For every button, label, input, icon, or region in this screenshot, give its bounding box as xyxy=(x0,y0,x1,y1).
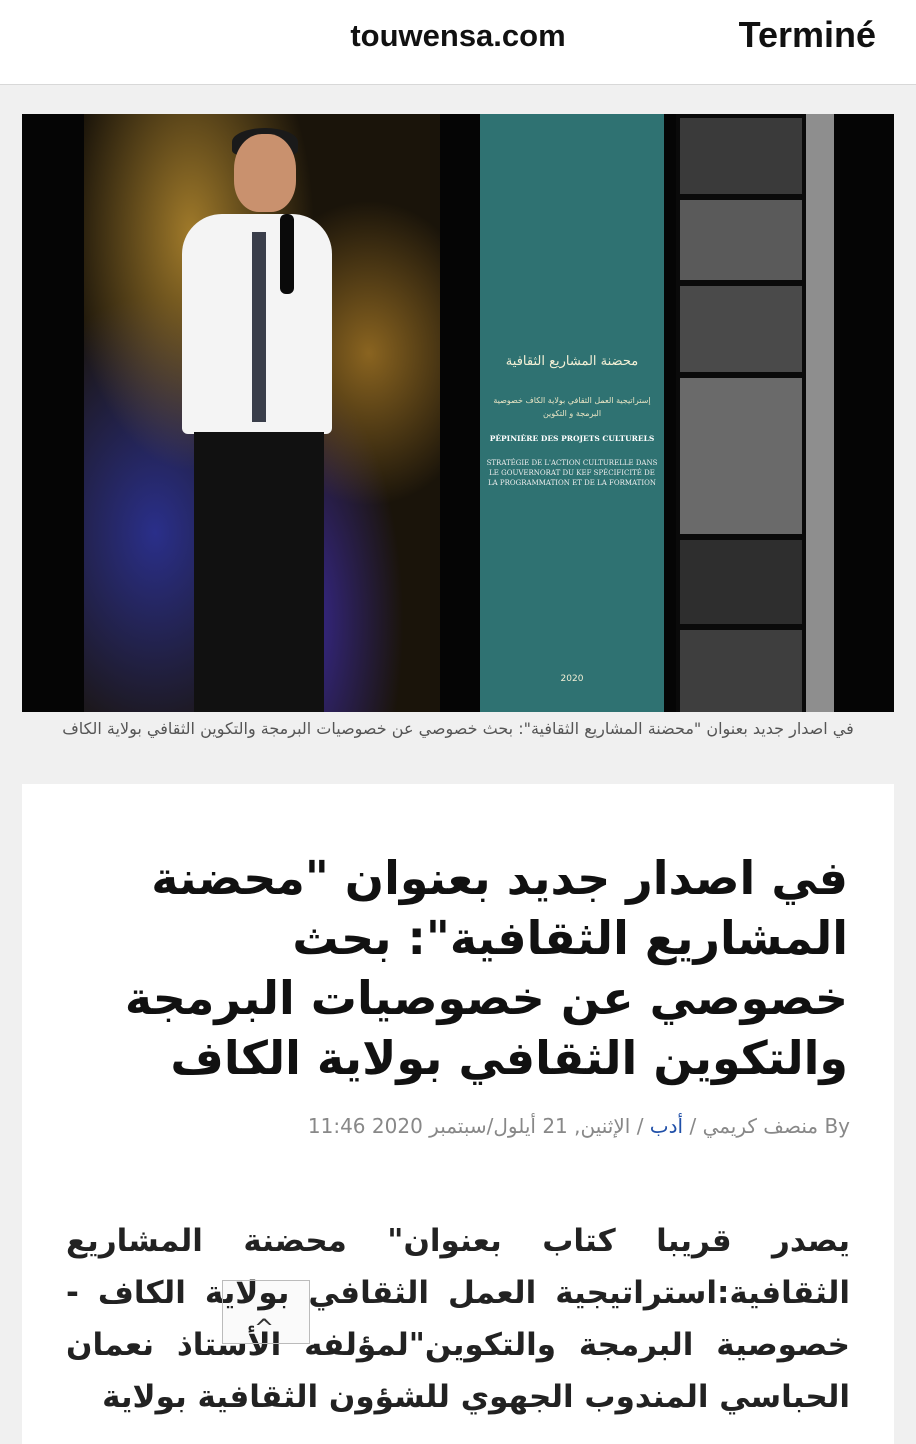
cover-title-fr: PÉPINIÈRE DES PROJETS CULTURELS xyxy=(489,434,655,443)
byline-category[interactable]: أدب xyxy=(650,1114,683,1138)
byline-date: الإثنين, 21 أيلول/سبتمبر 2020 11:46 xyxy=(307,1114,631,1138)
byline-sep: / xyxy=(689,1114,697,1138)
article-body: يصدر قريبا كتاب بعنوان" محضنة المشاريع ا… xyxy=(66,1223,850,1415)
top-bar-divider xyxy=(0,84,916,85)
byline-sep: / xyxy=(636,1114,644,1138)
cover-subtitle-fr: STRATÉGIE DE L'ACTION CULTURELLE DANS LE… xyxy=(486,459,658,487)
strip-photo xyxy=(680,540,802,624)
cover-edge xyxy=(806,114,834,712)
speaker-pants xyxy=(194,432,324,712)
photo-strip xyxy=(676,114,806,712)
cover-title-ar: محضنة المشاريع الثقافية xyxy=(505,354,639,369)
strip-photo xyxy=(680,118,802,194)
speaker-head xyxy=(234,134,296,212)
image-caption: في اصدار جديد بعنوان "محضنة المشاريع الث… xyxy=(62,719,854,738)
book-cover: محضنة المشاريع الثقافية إستراتيجية العمل… xyxy=(480,114,664,712)
cover-year: 2020 xyxy=(560,674,584,684)
browser-top-bar: touwensa.com Terminé xyxy=(0,0,916,84)
caret-up-icon[interactable]: ^ xyxy=(254,1314,274,1342)
article-byline: By منصف كريمي / أدب / الإثنين, 21 أيلول/… xyxy=(80,1114,850,1138)
strip-photo xyxy=(680,630,802,712)
strip-photo xyxy=(680,200,802,280)
microphone-icon xyxy=(280,214,294,294)
byline-by: By xyxy=(824,1114,850,1138)
strip-photo xyxy=(680,286,802,372)
strip-photo xyxy=(680,378,802,534)
article-image[interactable]: محضنة المشاريع الثقافية إستراتيجية العمل… xyxy=(22,114,894,712)
byline-author[interactable]: منصف كريمي xyxy=(703,1114,819,1138)
done-button[interactable]: Terminé xyxy=(739,14,876,56)
speaker-photo xyxy=(84,114,440,712)
cover-subtitle-ar: إستراتيجية العمل الثقافي بولاية الكاف خص… xyxy=(493,396,651,418)
article-headline: في اصدار جديد بعنوان "محضنة المشاريع الث… xyxy=(124,851,848,1085)
speaker-tie xyxy=(252,232,266,422)
